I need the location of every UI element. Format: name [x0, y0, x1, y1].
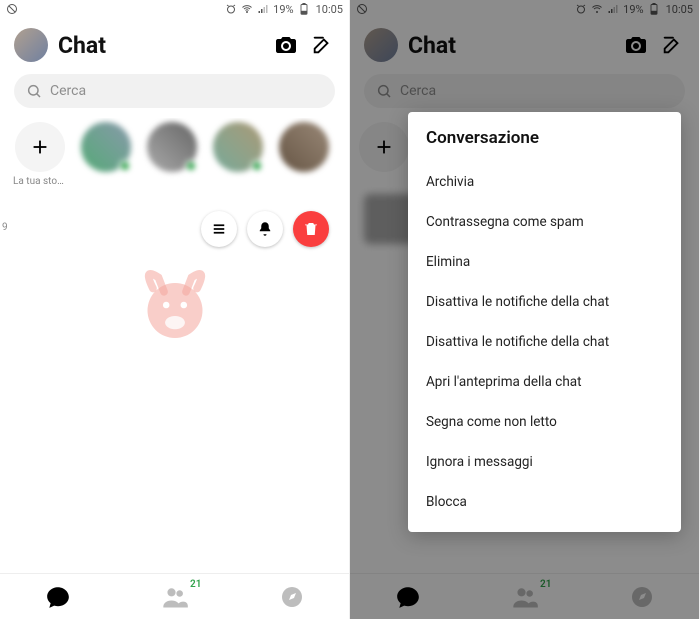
chat-bubble-icon: [45, 584, 71, 610]
swipe-delete-button[interactable]: [293, 211, 329, 247]
do-not-disturb-icon: [6, 3, 18, 15]
bottom-nav: 21: [350, 573, 699, 619]
screen-left-content: 19% 10:05 Chat Cerca: [0, 0, 349, 619]
story-item[interactable]: [212, 122, 264, 187]
conversation-menu: Conversazione Archivia Contrassegna come…: [408, 112, 681, 532]
nav-chats[interactable]: [395, 584, 421, 610]
clock: 10:05: [316, 3, 343, 16]
wifi-icon: [591, 3, 603, 15]
wifi-icon: [241, 3, 253, 15]
battery-icon: [648, 3, 660, 15]
alarm-icon: [575, 3, 587, 15]
people-badge: 21: [540, 579, 551, 590]
header: Chat: [350, 18, 699, 70]
search-icon: [376, 83, 392, 99]
search-placeholder: Cerca: [50, 83, 86, 99]
header: Chat: [0, 18, 349, 70]
menu-item-delete[interactable]: Elimina: [426, 242, 663, 282]
nav-people[interactable]: 21: [161, 583, 189, 611]
battery-icon: [298, 3, 310, 15]
menu-item-mute[interactable]: Disattiva le notifiche della chat: [426, 282, 663, 322]
compass-icon: [630, 585, 654, 609]
signal-icon: [607, 3, 619, 15]
plus-icon: [29, 136, 51, 158]
search-icon: [26, 83, 42, 99]
nav-people[interactable]: 21: [511, 583, 539, 611]
signal-icon: [257, 3, 269, 15]
people-icon: [511, 583, 539, 611]
compose-button[interactable]: [309, 32, 335, 58]
menu-item-spam[interactable]: Contrassegna come spam: [426, 202, 663, 242]
plus-icon: [373, 136, 395, 158]
bell-icon: [256, 220, 274, 238]
menu-icon: [210, 220, 228, 238]
story-add[interactable]: La tua storia: [14, 122, 66, 187]
menu-item-archive[interactable]: Archivia: [426, 162, 663, 202]
search-input[interactable]: Cerca: [364, 74, 685, 108]
nav-discover[interactable]: [630, 585, 654, 609]
compass-icon: [280, 585, 304, 609]
watermark-logo: [120, 250, 230, 364]
status-bar: 19% 10:05: [350, 0, 699, 18]
camera-icon: [624, 33, 648, 57]
people-badge: 21: [190, 579, 201, 590]
stories-row[interactable]: La tua storia: [0, 118, 349, 193]
search-input[interactable]: Cerca: [14, 74, 335, 108]
search-placeholder: Cerca: [400, 83, 436, 99]
camera-icon: [274, 33, 298, 57]
search-wrap: Cerca: [0, 70, 349, 118]
bull-icon: [120, 250, 230, 360]
swipe-actions: [0, 193, 349, 257]
battery-percent: 19%: [273, 3, 293, 16]
swipe-mute-button[interactable]: [247, 211, 283, 247]
nav-chats[interactable]: [45, 584, 71, 610]
bottom-nav: 21: [0, 573, 349, 619]
battery-percent: 19%: [623, 3, 643, 16]
alarm-icon: [225, 3, 237, 15]
status-right: 19% 10:05: [225, 3, 343, 16]
stray-text: 9: [2, 222, 8, 233]
do-not-disturb-icon: [356, 3, 368, 15]
menu-item-unread[interactable]: Segna come non letto: [426, 402, 663, 442]
swipe-more-button[interactable]: [201, 211, 237, 247]
page-title: Chat: [58, 32, 263, 59]
menu-title: Conversazione: [426, 128, 663, 148]
story-item[interactable]: [278, 122, 330, 187]
status-left: [6, 3, 18, 15]
story-item[interactable]: [146, 122, 198, 187]
menu-item-preview[interactable]: Apri l'anteprima della chat: [426, 362, 663, 402]
story-item[interactable]: [80, 122, 132, 187]
user-avatar[interactable]: [14, 28, 48, 62]
trash-icon: [302, 220, 320, 238]
menu-item-ignore[interactable]: Ignora i messaggi: [426, 442, 663, 482]
clock: 10:05: [666, 3, 693, 16]
menu-item-mute-2[interactable]: Disattiva le notifiche della chat: [426, 322, 663, 362]
story-add[interactable]: [364, 122, 404, 172]
page-title: Chat: [408, 32, 613, 59]
people-icon: [161, 583, 189, 611]
story-add-circle: [15, 122, 65, 172]
nav-discover[interactable]: [280, 585, 304, 609]
chat-bubble-icon: [395, 584, 421, 610]
screen-left: 19% 10:05 Chat Cerca: [0, 0, 350, 619]
camera-button[interactable]: [623, 32, 649, 58]
menu-item-block[interactable]: Blocca: [426, 482, 663, 522]
user-avatar[interactable]: [364, 28, 398, 62]
camera-button[interactable]: [273, 32, 299, 58]
compose-icon: [661, 34, 683, 56]
story-add-label: La tua storia: [13, 176, 67, 187]
status-bar: 19% 10:05: [0, 0, 349, 18]
screen-right: 19% 10:05 Chat Cerca: [350, 0, 700, 619]
compose-button[interactable]: [659, 32, 685, 58]
compose-icon: [311, 34, 333, 56]
